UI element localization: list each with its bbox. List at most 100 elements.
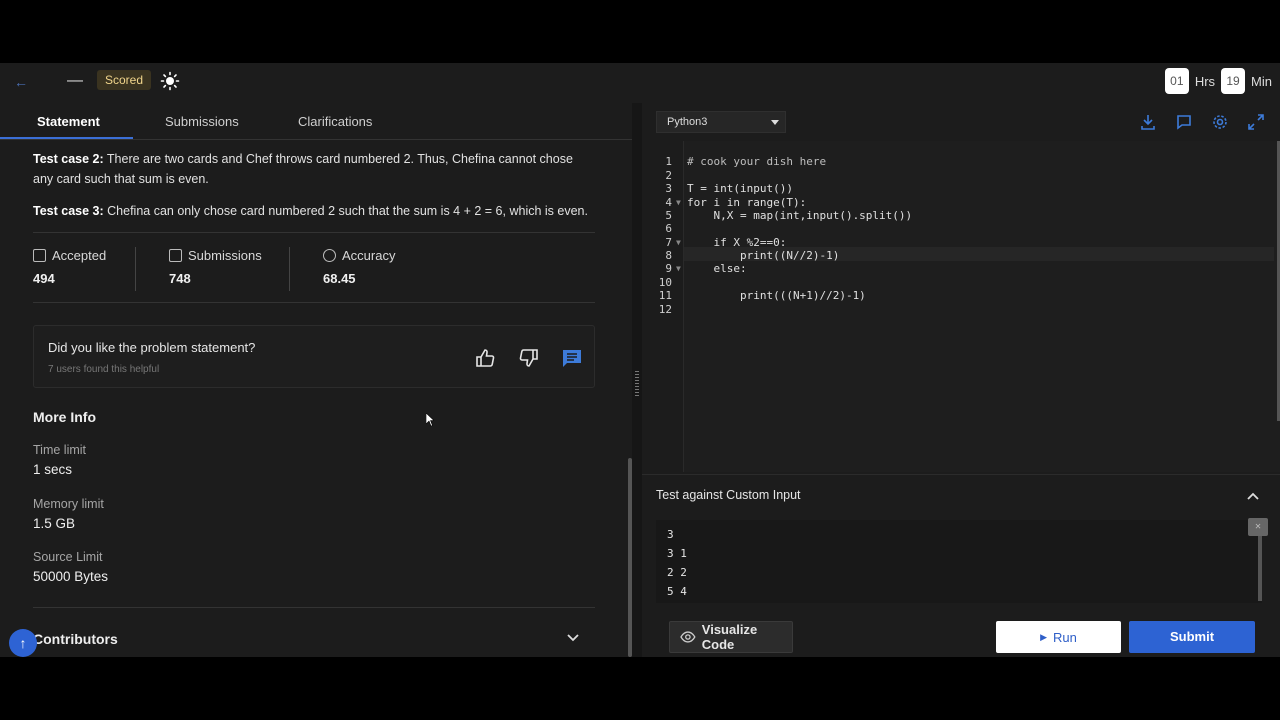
more-info-title: More Info — [33, 409, 96, 425]
mouse-cursor-icon — [426, 413, 434, 427]
line-number: 2 — [665, 169, 672, 182]
tab-clarifications[interactable]: Clarifications — [298, 114, 372, 129]
stat-separator — [289, 247, 290, 291]
thumbs-up-icon[interactable] — [474, 347, 496, 369]
stat-accuracy-label: Accuracy — [342, 248, 396, 263]
splitter-grip-icon[interactable] — [635, 371, 639, 397]
contest-timer: 01 Hrs 19 Min — [1164, 68, 1272, 94]
fold-arrow-icon[interactable]: ▼ — [676, 238, 681, 247]
eye-icon — [680, 631, 696, 643]
collapse-button[interactable]: — — [66, 71, 84, 91]
custom-input-line: 3 1 — [667, 547, 687, 560]
code-line: print(((N+1)//2)-1) — [687, 289, 866, 302]
test-case-2-label: Test case 2: — [33, 152, 104, 166]
pane-splitter[interactable] — [632, 103, 642, 657]
fold-arrow-icon[interactable]: ▼ — [676, 264, 681, 273]
divider — [33, 607, 595, 608]
fold-arrow-icon[interactable]: ▼ — [676, 198, 681, 207]
custom-input-header[interactable]: Test against Custom Input — [642, 474, 1280, 516]
problem-statement: Test case 2: There are two cards and Che… — [33, 149, 593, 233]
comment-icon[interactable] — [561, 347, 583, 369]
line-number: 12 — [658, 303, 672, 316]
line-number: 5 — [665, 209, 672, 222]
test-case-2: Test case 2: There are two cards and Che… — [33, 149, 593, 189]
timer-hours: 01 — [1164, 68, 1189, 94]
run-label: Run — [1053, 629, 1077, 645]
app-window: ← — Scored 01 Hrs 19 Min Statement Submi… — [0, 63, 1280, 657]
feedback-icon[interactable] — [1175, 113, 1193, 131]
line-number: 6 — [665, 222, 672, 235]
timer-hours-unit: Hrs — [1194, 73, 1216, 89]
memory-limit-label: Memory limit — [33, 497, 104, 511]
stat-accepted-label: Accepted — [52, 248, 107, 263]
back-arrow-icon[interactable]: ← — [12, 73, 30, 91]
code-line: for i in range(T): — [687, 196, 807, 209]
feedback-helpful-count: 7 users found this helpful — [48, 364, 160, 375]
stat-submissions: Submissions 748 — [169, 248, 262, 286]
chevron-down-icon[interactable] — [566, 631, 580, 645]
settings-gear-icon[interactable] — [1211, 113, 1229, 131]
visualize-code-button[interactable]: Visualize Code — [669, 621, 793, 653]
accuracy-icon — [323, 249, 336, 262]
custom-input-title: Test against Custom Input — [656, 488, 801, 502]
source-limit-label: Source Limit — [33, 550, 103, 564]
visualize-code-label: Visualize Code — [701, 622, 758, 652]
play-icon: ▶ — [1040, 631, 1048, 642]
stat-separator — [135, 247, 136, 291]
test-case-2-text: There are two cards and Chef throws card… — [33, 152, 573, 186]
chevron-up-icon[interactable] — [1246, 489, 1260, 503]
code-line: T = int(input()) — [687, 182, 793, 195]
memory-limit-value: 1.5 GB — [33, 516, 76, 531]
time-limit-value: 1 secs — [33, 462, 73, 477]
tab-submissions[interactable]: Submissions — [165, 114, 239, 129]
code-line: # cook your dish here — [687, 155, 827, 168]
code-line: if X %2==0: — [687, 236, 787, 249]
fullscreen-icon[interactable] — [1247, 113, 1265, 131]
close-icon[interactable]: ✕ — [1248, 518, 1268, 536]
line-number: 7 — [665, 236, 672, 249]
tab-statement[interactable]: Statement — [37, 114, 100, 129]
code-line: N,X = map(int,input().split()) — [687, 209, 913, 222]
thumbs-down-icon[interactable] — [518, 347, 540, 369]
stat-accuracy-value: 68.45 — [323, 271, 356, 286]
editor-pane: Python3 1 2 3 4 5 6 7 8 9 10 11 12 ▼ ▼ ▼… — [642, 103, 1280, 657]
scored-badge: Scored — [97, 70, 152, 90]
line-number: 1 — [665, 155, 672, 168]
feedback-question: Did you like the problem statement? — [48, 340, 256, 355]
submit-button[interactable]: Submit — [1129, 621, 1255, 653]
time-limit-label: Time limit — [33, 443, 87, 457]
test-case-3: Test case 3: Chefina can only chose card… — [33, 201, 593, 221]
timer-minutes: 19 — [1221, 68, 1246, 94]
language-select[interactable]: Python3 — [656, 111, 786, 133]
feedback-card: Did you like the problem statement? 7 us… — [33, 325, 595, 388]
test-case-3-text: Chefina can only chose card numbered 2 s… — [107, 204, 588, 218]
code-editor[interactable]: 1 2 3 4 5 6 7 8 9 10 11 12 ▼ ▼ ▼ # cook … — [642, 141, 1280, 472]
stat-accepted: Accepted 494 — [33, 248, 106, 286]
theme-toggle-sun-icon[interactable] — [160, 71, 180, 91]
custom-input-textarea[interactable]: 3 3 1 2 2 5 4 ✕ — [656, 518, 1268, 603]
custom-input-line: 2 2 — [667, 566, 687, 579]
stat-submissions-value: 748 — [169, 271, 191, 286]
line-number: 9 — [665, 262, 672, 275]
language-select-value: Python3 — [667, 116, 708, 128]
line-number: 11 — [658, 289, 672, 302]
caret-down-icon — [771, 120, 779, 125]
download-icon[interactable] — [1139, 113, 1157, 131]
code-line: else: — [687, 262, 747, 275]
top-bar: ← — Scored 01 Hrs 19 Min — [0, 63, 1280, 103]
divider — [33, 232, 595, 233]
problem-pane: Statement Submissions Clarifications Tes… — [0, 103, 632, 657]
custom-input-line: 3 — [667, 528, 674, 541]
timer-minutes-unit: Min — [1251, 73, 1272, 89]
divider — [33, 302, 595, 303]
stat-accepted-value: 494 — [33, 271, 55, 286]
test-case-3-label: Test case 3: — [33, 204, 104, 218]
scroll-to-top-button[interactable]: ↑ — [9, 629, 37, 657]
custom-input-line: 5 4 — [667, 585, 687, 598]
submissions-icon — [169, 249, 182, 262]
run-button[interactable]: ▶ Run — [996, 621, 1121, 653]
line-number: 3 — [665, 182, 672, 195]
contributors-toggle[interactable]: Contributors — [33, 631, 118, 647]
accepted-icon — [33, 249, 46, 262]
source-limit-value: 50000 Bytes — [33, 569, 109, 584]
